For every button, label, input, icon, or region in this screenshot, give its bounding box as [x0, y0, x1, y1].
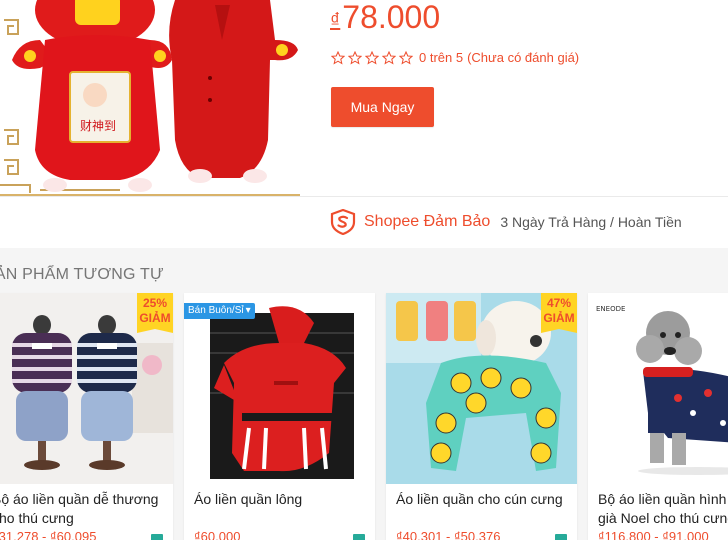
- product-price: ₫ 78.000: [330, 0, 440, 34]
- svg-text:ENEODE: ENEODE: [596, 305, 625, 313]
- santa-outfit-dog-image: ENEODE: [588, 293, 728, 484]
- price-currency: ₫: [330, 10, 341, 32]
- product-price: ₫116.800 - ₫91.000: [598, 529, 709, 540]
- caret-down-icon: ▾: [245, 305, 251, 316]
- product-price: ₫40.301 - ₫50.376: [396, 529, 501, 540]
- product-name: Áo liền quần cho cún cưng: [396, 491, 563, 507]
- product-card[interactable]: Bán Buôn/Sỉ ▾ Áo liền quần lông ₫60.000: [184, 293, 375, 540]
- product-card[interactable]: 25% GIẢM Bộ áo liền quần dễ thương cho th…: [0, 293, 173, 540]
- discount-badge: 25% GIẢM: [137, 293, 173, 333]
- product-thumbnail: 25% GIẢM: [0, 293, 173, 484]
- shopee-guarantee[interactable]: Shopee Đảm Bảo 3 Ngày Trả Hàng / Hoàn Ti…: [330, 209, 682, 235]
- free-shipping-icon: [353, 534, 365, 540]
- svg-text:财神到: 财神到: [80, 119, 116, 133]
- guarantee-title: Shopee Đảm Bảo: [364, 213, 491, 230]
- rating-score[interactable]: 0 trên 5: [419, 50, 463, 65]
- product-name: Bộ áo liền quần hình ông già Noel cho th…: [598, 491, 728, 526]
- price-amount: 78.000: [342, 0, 441, 35]
- star-outline-icon: [331, 50, 345, 65]
- product-image[interactable]: 财神到: [0, 0, 300, 196]
- similar-products-title: SẢN PHẨM TƯƠNG TỰ: [0, 266, 164, 283]
- star-outline-icon: [348, 50, 362, 65]
- rating-row: 0 trên 5 (Chưa có đánh giá): [331, 50, 579, 65]
- shield-icon: [330, 209, 356, 235]
- product-card[interactable]: 47% GIẢM Áo liền quần cho cún cưng ₫40.30…: [386, 293, 577, 540]
- divider: [0, 196, 728, 197]
- free-shipping-icon: [151, 534, 163, 540]
- free-shipping-icon: [555, 534, 567, 540]
- star-outline-icon: [365, 50, 379, 65]
- discount-badge: 47% GIẢM: [541, 293, 577, 333]
- product-price: ₫60.000: [194, 529, 241, 540]
- red-pet-costume-image: 财神到: [0, 0, 300, 194]
- red-fleece-outfit-image: [184, 293, 375, 484]
- star-outline-icon: [382, 50, 396, 65]
- product-panel: 财神到 ₫ 78.000 0 trên 5 (Chưa có đánh giá)…: [0, 0, 728, 248]
- product-name: Bộ áo liền quần dễ thương cho thú cưng: [0, 491, 159, 526]
- product-name: Áo liền quần lông: [194, 491, 303, 507]
- product-price: ₫31.278 - ₫60.095: [0, 529, 97, 540]
- wholesale-badge: Bán Buôn/Sỉ ▾: [184, 303, 255, 319]
- product-card[interactable]: ENEODE Bộ áo liền quần hình già Noel cho…: [588, 293, 728, 540]
- page: 财神到 ₫ 78.000 0 trên 5 (Chưa có đánh giá)…: [0, 0, 728, 540]
- rating-stars: [331, 50, 413, 65]
- buy-now-button[interactable]: Mua Ngay: [331, 87, 434, 127]
- rating-note: (Chưa có đánh giá): [467, 50, 580, 65]
- product-thumbnail: 47% GIẢM: [386, 293, 577, 484]
- star-outline-icon: [399, 50, 413, 65]
- similar-products-grid: 25% GIẢM Bộ áo liền quần dễ thương cho th…: [0, 293, 728, 540]
- product-thumbnail: Bán Buôn/Sỉ ▾: [184, 293, 375, 484]
- product-thumbnail: ENEODE: [588, 293, 728, 484]
- guarantee-detail: 3 Ngày Trả Hàng / Hoàn Tiền: [500, 214, 682, 230]
